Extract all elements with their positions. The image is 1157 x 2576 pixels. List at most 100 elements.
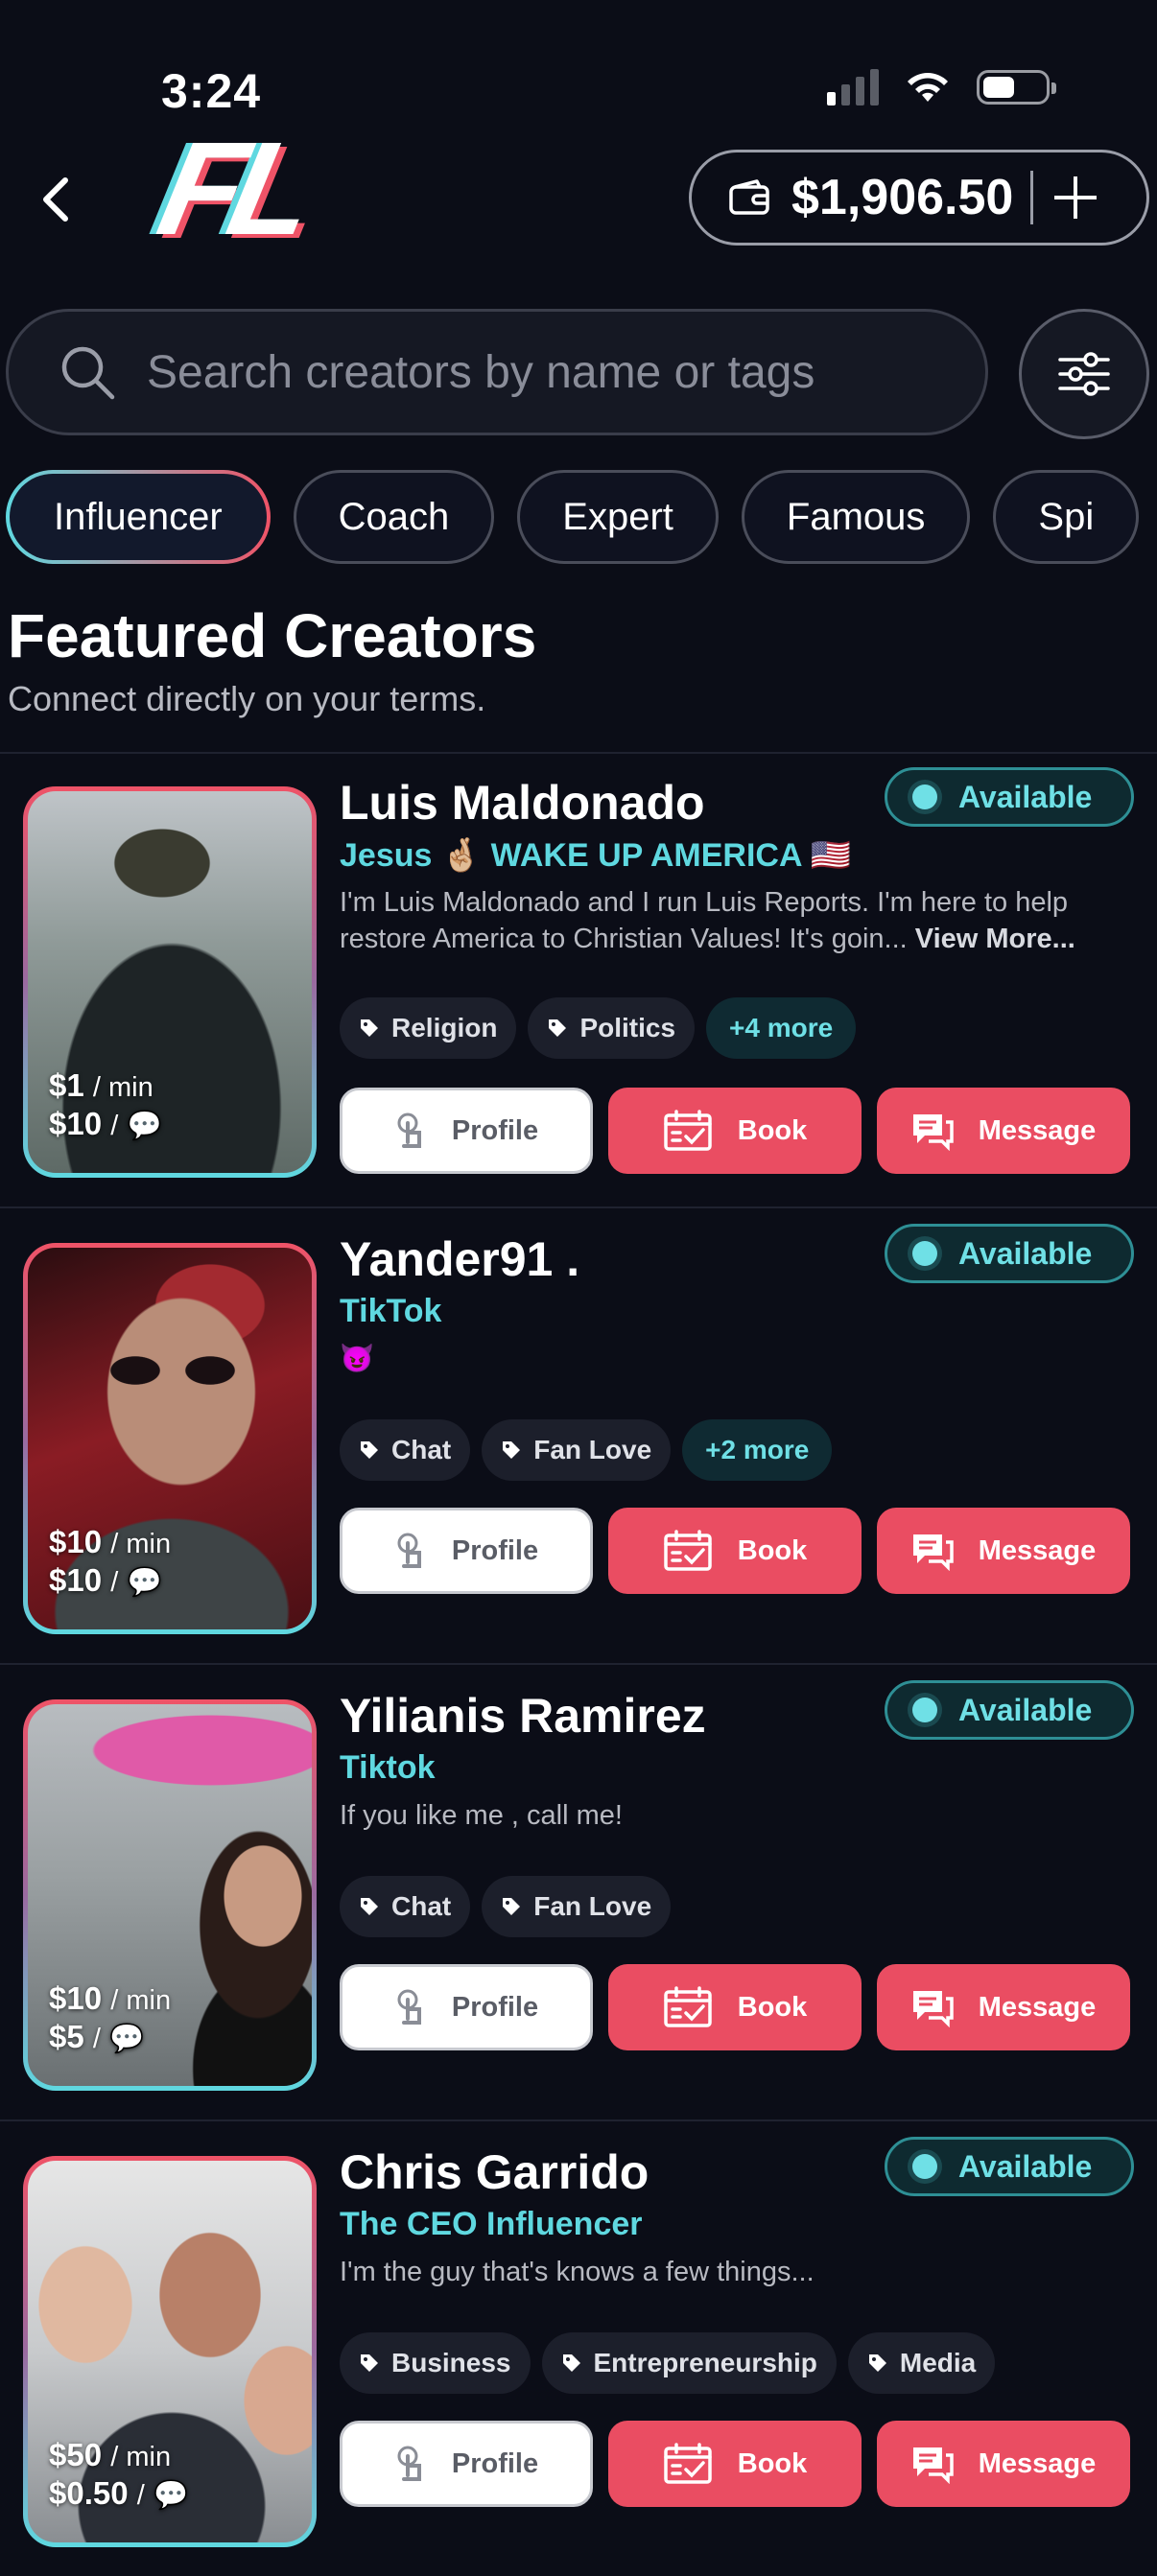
message-button[interactable]: Message bbox=[877, 1088, 1130, 1174]
book-button-label: Book bbox=[737, 1991, 808, 2023]
tap-icon bbox=[397, 1989, 421, 2025]
tag-label: Fan Love bbox=[533, 1891, 652, 1921]
card-divider bbox=[0, 1663, 1157, 1665]
status-icons bbox=[827, 69, 1056, 105]
tag-chip[interactable]: Chat bbox=[340, 1876, 471, 1937]
book-button[interactable]: Book bbox=[608, 2421, 862, 2507]
tag-chip[interactable]: Business bbox=[340, 2332, 531, 2394]
more-tags-chip[interactable]: +4 more bbox=[706, 997, 857, 1059]
book-button[interactable]: Book bbox=[608, 1508, 862, 1594]
tag-chip[interactable]: Religion bbox=[340, 997, 517, 1059]
creator-tagline: Jesus 🤞🏼 WAKE UP AMERICA 🇺🇸 bbox=[340, 837, 852, 874]
chat-bubble-icon: 💬 bbox=[127, 1567, 162, 1598]
tag-list: Chat Fan Love +2 more bbox=[340, 1419, 833, 1481]
chat-bubble-icon: 💬 bbox=[153, 2480, 189, 2511]
search-bar[interactable] bbox=[6, 309, 988, 435]
card-actions: Profile Book Message bbox=[340, 2421, 1130, 2507]
view-more-link[interactable]: View More... bbox=[915, 924, 1075, 954]
tag-chip[interactable]: Media bbox=[847, 2332, 996, 2394]
add-funds-icon[interactable] bbox=[1054, 176, 1098, 219]
creator-bio: I'm the guy that's knows a few things... bbox=[340, 2257, 815, 2287]
rate-per-minute: $10 bbox=[49, 1980, 103, 2016]
creator-tagline: The CEO Influencer bbox=[340, 2206, 643, 2242]
message-button-label: Message bbox=[978, 1991, 1097, 2023]
category-chip-spi[interactable]: Spi bbox=[993, 470, 1140, 564]
creator-name[interactable]: Yilianis Ramirez bbox=[340, 1688, 706, 1744]
availability-label: Available bbox=[958, 2148, 1093, 2184]
calendar-check-icon bbox=[664, 1110, 712, 1151]
message-button-label: Message bbox=[978, 1114, 1097, 1146]
chat-bubble-icon: 💬 bbox=[127, 1111, 162, 1141]
tag-list: Religion Politics +4 more bbox=[340, 997, 857, 1059]
creator-card[interactable]: $50 / min $0.50 / 💬 Chris Garrido Availa… bbox=[0, 2123, 1157, 2576]
search-icon bbox=[61, 346, 115, 400]
category-chip-coach[interactable]: Coach bbox=[293, 470, 495, 564]
availability-label: Available bbox=[958, 1235, 1093, 1271]
tag-chip[interactable]: Fan Love bbox=[482, 1419, 672, 1481]
tag-label: Fan Love bbox=[533, 1435, 652, 1464]
profile-button[interactable]: Profile bbox=[340, 1508, 593, 1594]
rate-per-message: $10 bbox=[49, 1106, 103, 1141]
category-chip-famous[interactable]: Famous bbox=[741, 470, 971, 564]
creator-card[interactable]: $10 / min $5 / 💬 Yilianis Ramirez Availa… bbox=[0, 1667, 1157, 2119]
creator-tagline: Tiktok bbox=[340, 1749, 436, 1786]
creator-name[interactable]: Chris Garrido bbox=[340, 2144, 649, 2200]
availability-label: Available bbox=[958, 1692, 1093, 1727]
tag-chip[interactable]: Chat bbox=[340, 1419, 471, 1481]
available-dot-icon bbox=[912, 1698, 937, 1722]
wallet-balance-button[interactable]: $1,906.50 bbox=[689, 150, 1149, 246]
tag-chip[interactable]: Fan Love bbox=[482, 1876, 672, 1937]
available-dot-icon bbox=[912, 1241, 937, 1266]
tag-list: Business Entrepreneurship Media bbox=[340, 2332, 996, 2394]
search-input[interactable] bbox=[145, 344, 935, 400]
profile-button-label: Profile bbox=[451, 1991, 539, 2023]
creator-name[interactable]: Yander91 . bbox=[340, 1231, 579, 1287]
message-icon bbox=[912, 1114, 954, 1151]
rate-unit: / min bbox=[110, 1985, 172, 2016]
status-time: 3:24 bbox=[161, 64, 262, 118]
book-button[interactable]: Book bbox=[608, 1964, 862, 2050]
availability-badge: Available bbox=[885, 767, 1134, 827]
category-chip-expert[interactable]: Expert bbox=[517, 470, 719, 564]
back-arrow-icon[interactable] bbox=[29, 171, 86, 228]
sliders-icon bbox=[1058, 352, 1110, 396]
message-button-label: Message bbox=[978, 1534, 1097, 1566]
cellular-signal-icon bbox=[827, 69, 879, 105]
rate-per-message: $0.50 bbox=[49, 2475, 129, 2511]
tag-icon bbox=[503, 1441, 521, 1459]
tag-label: Chat bbox=[391, 1891, 452, 1921]
creator-photo[interactable]: $10 / min $5 / 💬 bbox=[23, 1699, 317, 2091]
wifi-icon bbox=[908, 73, 948, 102]
card-actions: Profile Book Message bbox=[340, 1088, 1130, 1174]
tag-chip[interactable]: Politics bbox=[528, 997, 696, 1059]
message-button[interactable]: Message bbox=[877, 1508, 1130, 1594]
tap-icon bbox=[397, 1112, 421, 1148]
message-icon bbox=[912, 2447, 954, 2484]
message-button-label: Message bbox=[978, 2447, 1097, 2479]
profile-button[interactable]: Profile bbox=[340, 1088, 593, 1174]
creator-photo[interactable]: $10 / min $10 / 💬 bbox=[23, 1243, 317, 1634]
creator-photo[interactable]: $50 / min $0.50 / 💬 bbox=[23, 2156, 317, 2547]
book-button[interactable]: Book bbox=[608, 1088, 862, 1174]
profile-button[interactable]: Profile bbox=[340, 1964, 593, 2050]
available-dot-icon bbox=[912, 785, 937, 809]
creator-bio: I'm Luis Maldonado and I run Luis Report… bbox=[340, 884, 1126, 957]
message-icon bbox=[912, 1534, 954, 1571]
creator-card[interactable]: $10 / min $10 / 💬 Yander91 . Available T… bbox=[0, 1210, 1157, 1663]
tag-icon bbox=[868, 2354, 886, 2372]
calendar-check-icon bbox=[664, 1986, 712, 2027]
tag-icon bbox=[503, 1898, 521, 1915]
creator-name[interactable]: Luis Maldonado bbox=[340, 775, 705, 831]
message-button[interactable]: Message bbox=[877, 2421, 1130, 2507]
category-chip-influencer[interactable]: Influencer bbox=[6, 470, 271, 564]
tag-label: Religion bbox=[391, 1013, 498, 1042]
more-tags-chip[interactable]: +2 more bbox=[682, 1419, 833, 1481]
creator-photo[interactable]: $1 / min $10 / 💬 bbox=[23, 786, 317, 1178]
profile-button[interactable]: Profile bbox=[340, 2421, 593, 2507]
creator-card[interactable]: $1 / min $10 / 💬 Luis Maldonado Availabl… bbox=[0, 754, 1157, 1206]
tag-chip[interactable]: Entrepreneurship bbox=[541, 2332, 837, 2394]
tag-label: Entrepreneurship bbox=[593, 2348, 817, 2377]
filter-button[interactable] bbox=[1019, 309, 1149, 439]
available-dot-icon bbox=[912, 2154, 937, 2179]
message-button[interactable]: Message bbox=[877, 1964, 1130, 2050]
